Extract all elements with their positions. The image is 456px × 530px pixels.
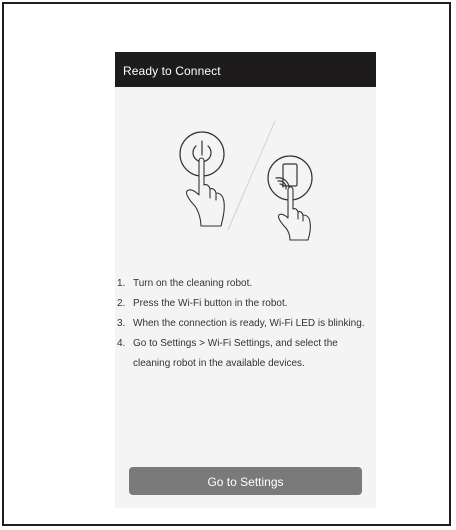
instruction-list: 1. Turn on the cleaning robot. 2. Press … — [115, 274, 376, 374]
step-text: Press the Wi-Fi button in the robot. — [133, 298, 288, 309]
step-text: When the connection is ready, Wi-Fi LED … — [133, 318, 365, 329]
step-number: 3. — [117, 318, 126, 329]
list-item: 4. Go to Settings > Wi-Fi Settings, and … — [115, 334, 376, 374]
list-item: 2. Press the Wi-Fi button in the robot. — [115, 294, 376, 314]
app-bar: Ready to Connect — [115, 52, 376, 87]
step-text: Go to Settings > Wi-Fi Settings, and sel… — [133, 338, 338, 369]
phone-screen: Ready to Connect 1. Turn on the cleaning… — [115, 52, 376, 508]
step-number: 4. — [117, 338, 126, 349]
connection-illustration — [179, 120, 313, 241]
go-to-settings-button[interactable]: Go to Settings — [129, 467, 362, 495]
app-bar-title: Ready to Connect — [123, 64, 221, 78]
list-item: 3. When the connection is ready, Wi-Fi L… — [115, 314, 376, 334]
outer-frame: Ready to Connect 1. Turn on the cleaning… — [2, 2, 451, 526]
list-item: 1. Turn on the cleaning robot. — [115, 274, 376, 294]
step-number: 2. — [117, 298, 126, 309]
step-text: Turn on the cleaning robot. — [133, 278, 253, 289]
step-number: 1. — [117, 278, 126, 289]
